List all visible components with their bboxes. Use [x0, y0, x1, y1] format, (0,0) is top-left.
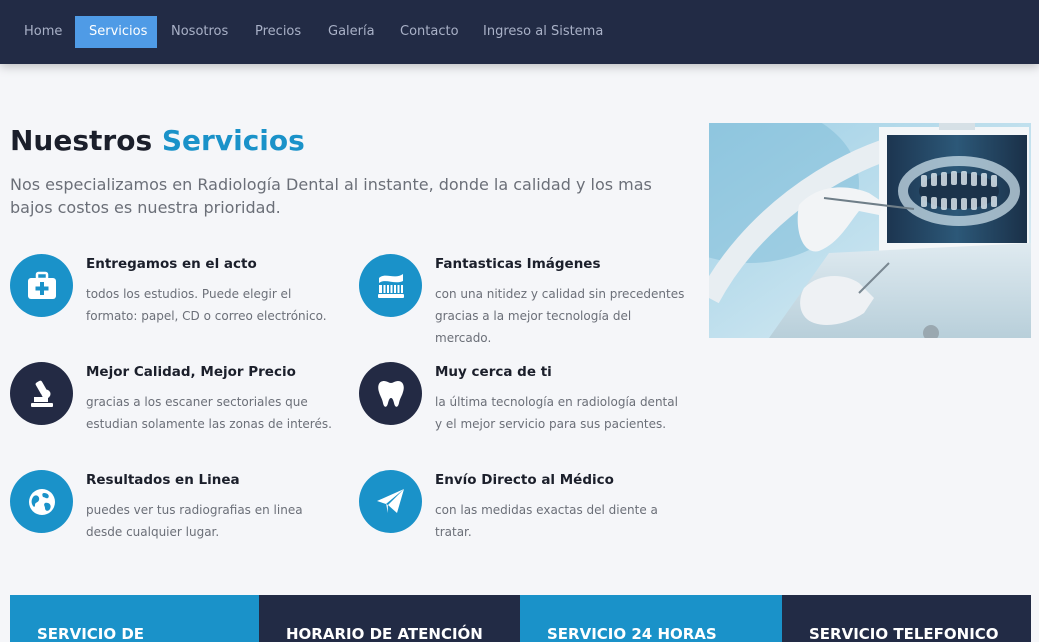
service-title: Muy cerca de ti: [435, 364, 552, 380]
service-text: gracias a los escaner sectoriales que es…: [86, 395, 332, 431]
service-text: puedes ver tus radiografias en linea des…: [86, 503, 303, 539]
globe-icon: [10, 470, 73, 533]
toothbrush-icon: [359, 254, 422, 317]
service-item-envio: Envío Directo al Médico con las medidas …: [359, 470, 689, 550]
service-title: Fantasticas Imágenes: [435, 256, 601, 272]
nav-servicios[interactable]: Servicios: [75, 16, 157, 48]
service-title: Mejor Calidad, Mejor Precio: [86, 364, 296, 380]
section-title: Nuestros Servicios: [10, 124, 305, 157]
nav-galeria[interactable]: Galería: [314, 16, 389, 48]
nav-nosotros[interactable]: Nosotros: [157, 16, 242, 48]
service-item-imagenes: Fantasticas Imágenes con una nitidez y c…: [359, 254, 689, 345]
first-aid-kit-icon: [10, 254, 73, 317]
nav-precios[interactable]: Precios: [241, 16, 315, 48]
service-item-resultados: Resultados en Linea puedes ver tus radio…: [10, 470, 340, 550]
nav-home[interactable]: Home: [10, 16, 76, 48]
band-servicio-de: SERVICIO DE: [10, 595, 259, 642]
nav-ingreso-sistema[interactable]: Ingreso al Sistema: [469, 16, 617, 48]
section-lead: Nos especializamos en Radiología Dental …: [10, 175, 652, 217]
service-text: con las medidas exactas del diente a tra…: [435, 503, 658, 539]
service-text: todos los estudios. Puede elegir el form…: [86, 287, 327, 323]
microscope-icon: [10, 362, 73, 425]
top-navbar: Home Servicios Nosotros Precios Galería …: [0, 0, 1039, 64]
service-title: Resultados en Linea: [86, 472, 240, 488]
service-title: Envío Directo al Médico: [435, 472, 614, 488]
band-horario-atencion: HORARIO DE ATENCIÓN: [259, 595, 520, 642]
service-text: con una nitidez y calidad sin precedente…: [435, 287, 685, 345]
nav-contacto[interactable]: Contacto: [386, 16, 473, 48]
dental-xray-photo: [709, 123, 1031, 338]
section-title-accent: Servicios: [161, 124, 305, 157]
service-item-calidad: Mejor Calidad, Mejor Precio gracias a lo…: [10, 362, 340, 442]
tooth-icon: [359, 362, 422, 425]
service-title: Entregamos en el acto: [86, 256, 257, 272]
section-title-main: Nuestros: [10, 124, 153, 157]
band-servicio-24-horas: SERVICIO 24 HORAS: [520, 595, 782, 642]
service-item-entregamos: Entregamos en el acto todos los estudios…: [10, 254, 340, 334]
band-servicio-telefonico: SERVICIO TELEFONICO: [782, 595, 1031, 642]
paper-plane-icon: [359, 470, 422, 533]
service-text: la última tecnología en radiología denta…: [435, 395, 678, 431]
service-item-cerca: Muy cerca de ti la última tecnología en …: [359, 362, 689, 442]
